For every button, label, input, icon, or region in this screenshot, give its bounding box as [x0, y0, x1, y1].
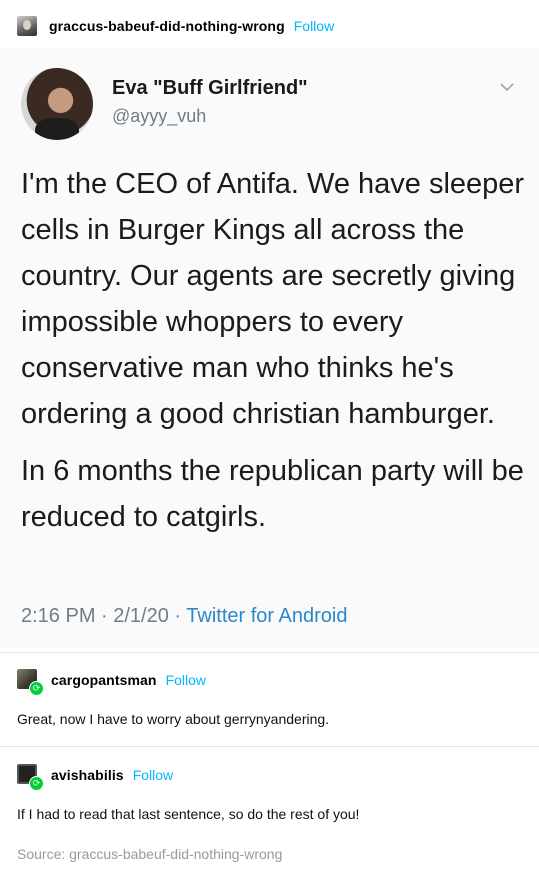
tweet-screenshot: Eva "Buff Girlfriend" @ayyy_vuh I'm the … — [0, 48, 539, 648]
follow-button[interactable]: Follow — [294, 18, 334, 34]
author-avatar[interactable] — [17, 16, 37, 36]
tweet-source-link: Twitter for Android — [186, 605, 348, 627]
reblog-header: ⟳ avishabilis Follow — [17, 764, 173, 791]
reblog-comment: If I had to read that last sentence, so … — [17, 806, 360, 822]
reblog-comment: Great, now I have to worry about gerryny… — [17, 711, 330, 727]
avatar-shirt-shape — [35, 118, 79, 140]
chevron-down-icon — [500, 83, 514, 92]
tweet-avatar — [21, 68, 93, 140]
tweet-paragraph: I'm the CEO of Antifa. We have sleeper c… — [21, 168, 525, 430]
reblogger-username[interactable]: cargopantsman — [51, 672, 157, 688]
reblog-header: ⟳ cargopantsman Follow — [17, 669, 206, 696]
tweet-meta: 2:16 PM · 2/1/20 · Twitter for Android — [21, 605, 347, 628]
follow-button[interactable]: Follow — [133, 767, 173, 783]
tweet-timestamp: 2:16 PM · 2/1/20 · — [21, 605, 187, 627]
divider — [0, 746, 539, 747]
follow-button[interactable]: Follow — [166, 672, 206, 688]
author-username[interactable]: graccus-babeuf-did-nothing-wrong — [49, 18, 285, 34]
post-header: graccus-babeuf-did-nothing-wrong Follow — [17, 15, 334, 37]
reblog-icon: ⟳ — [29, 776, 44, 791]
tweet-paragraph: In 6 months the republican party will be… — [21, 455, 524, 533]
reblogger-username[interactable]: avishabilis — [51, 767, 124, 783]
reblogger-avatar[interactable]: ⟳ — [17, 669, 44, 696]
portrait-icon — [23, 20, 31, 30]
reblogger-avatar[interactable]: ⟳ — [17, 764, 44, 791]
divider — [0, 652, 539, 653]
tweet-body: I'm the CEO of Antifa. We have sleeper c… — [21, 161, 526, 551]
post-source[interactable]: Source: graccus-babeuf-did-nothing-wrong — [17, 846, 282, 862]
tweet-display-name: Eva "Buff Girlfriend" — [112, 77, 308, 99]
reblog-icon: ⟳ — [29, 681, 44, 696]
tweet-handle: @ayyy_vuh — [112, 106, 207, 126]
